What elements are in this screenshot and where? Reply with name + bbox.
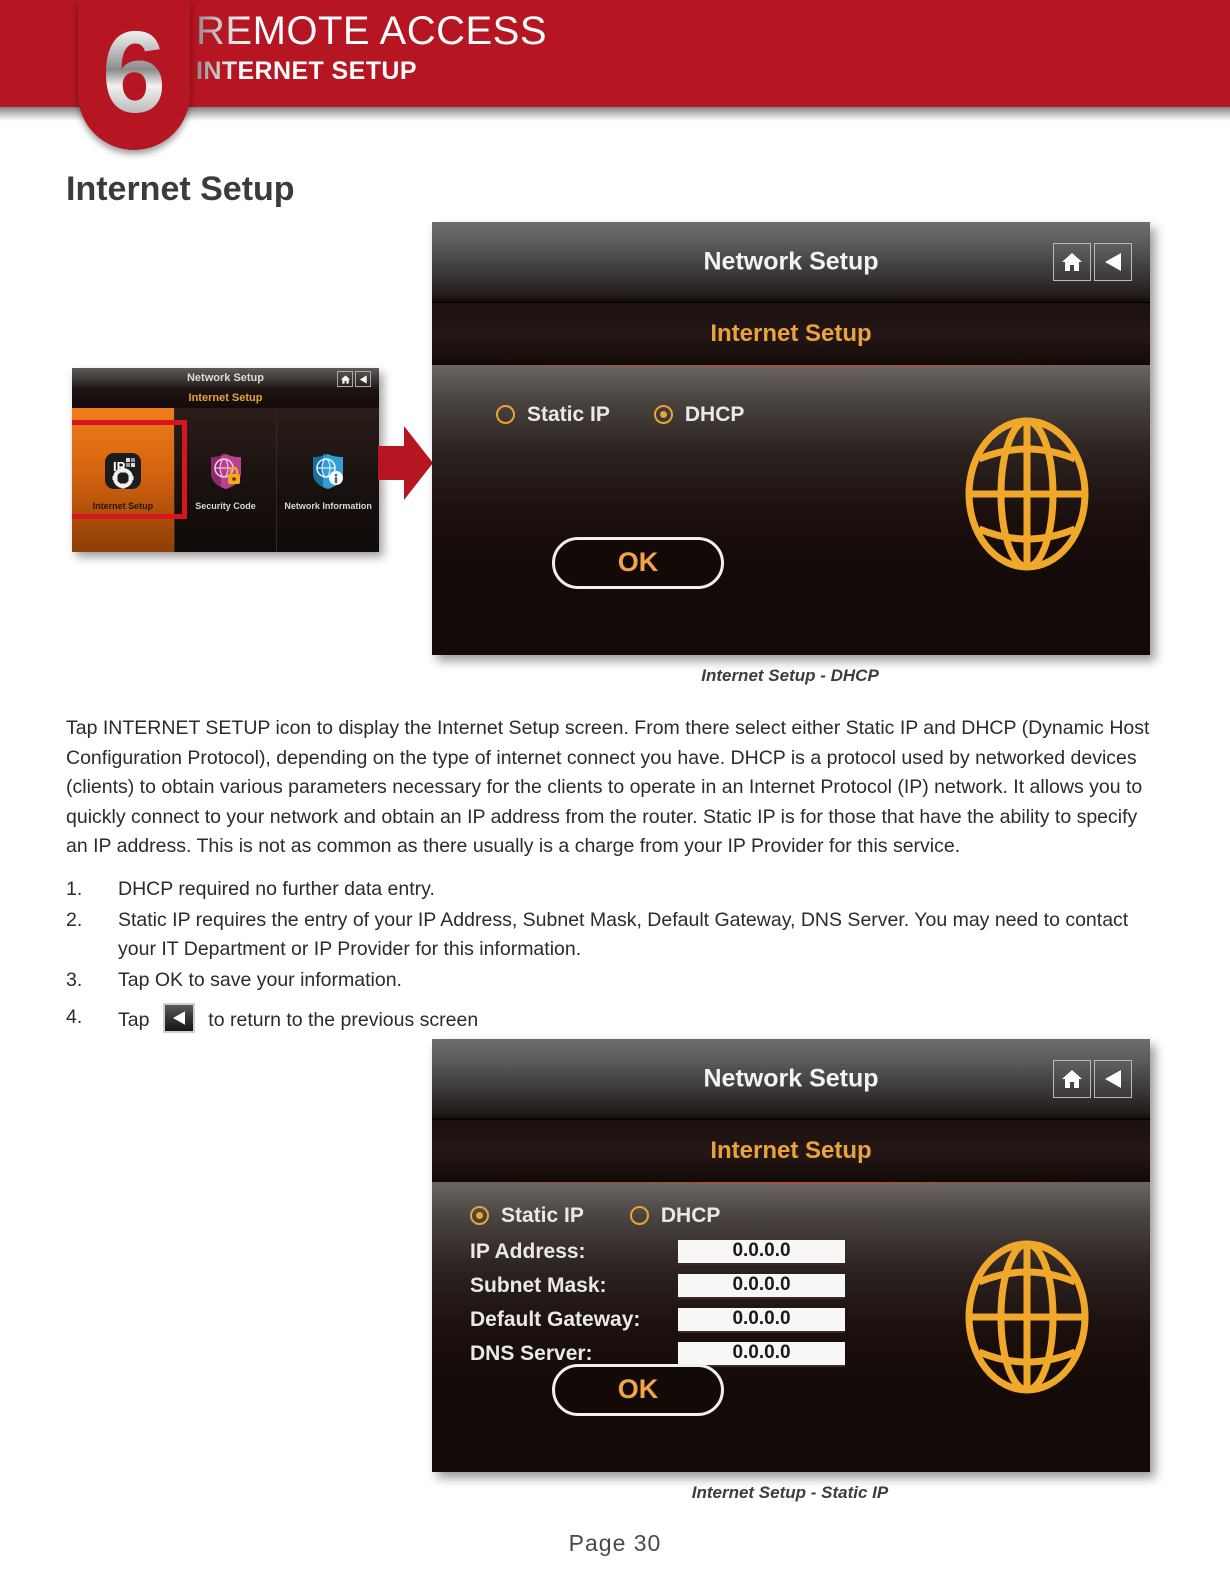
screen-header-icons [1053, 243, 1133, 282]
radio-label: Static IP [501, 1203, 584, 1227]
list-item: 3. Tap OK to save your information. [66, 966, 1164, 996]
list-item-number: 4. [66, 1006, 83, 1028]
default-gateway-input[interactable]: 0.0.0.0 [678, 1307, 845, 1333]
shield-globe-info-icon [306, 449, 350, 493]
ok-button[interactable]: OK [552, 536, 724, 589]
tile-label: Internet Setup [92, 501, 154, 511]
globe-icon [962, 1240, 1092, 1395]
list-item-text: DHCP required no further data entry. [118, 878, 435, 900]
home-icon[interactable] [1053, 1060, 1092, 1099]
connection-type-radio-group: Static IP DHCP [470, 1204, 720, 1228]
screen-subbar-title: Internet Setup [710, 1136, 872, 1164]
radio-indicator [496, 405, 515, 425]
home-icon[interactable] [337, 371, 353, 387]
thumbnail-tile-grid: IP Internet Setup Security Code Network … [72, 408, 379, 552]
ip-address-input[interactable]: 0.0.0.0 [678, 1239, 845, 1265]
list-item: 4. Tap to return to the previous screen [66, 1003, 1164, 1036]
right-arrow-icon [378, 424, 434, 502]
radio-indicator [629, 1206, 649, 1226]
screen-subbar: Internet Setup [432, 302, 1150, 365]
ip-gear-icon: IP [101, 449, 145, 493]
radio-indicator [653, 405, 673, 425]
tile-internet-setup[interactable]: IP Internet Setup [72, 408, 175, 552]
back-chevron-icon[interactable] [1094, 243, 1133, 282]
body-paragraph: Tap INTERNET SETUP icon to display the I… [66, 717, 1150, 857]
radio-label: Static IP [527, 402, 610, 426]
list-item-number: 1. [66, 878, 83, 900]
list-item-number: 2. [66, 908, 83, 931]
tile-security-code[interactable]: Security Code [175, 408, 278, 552]
back-chevron-icon[interactable] [355, 371, 371, 387]
tile-label: Security Code [195, 501, 256, 511]
tile-label: Network Information [284, 501, 372, 511]
field-row-ip-address: IP Address: 0.0.0.0 [470, 1239, 845, 1265]
radio-dhcp[interactable]: DHCP [653, 402, 745, 427]
screen-body: Static IP DHCP IP Address: 0.0.0.0 Subne… [432, 1181, 1150, 1472]
connection-type-radio-group: Static IP DHCP [496, 403, 744, 427]
screen-topbar-title: Network Setup [703, 247, 879, 276]
home-icon[interactable] [1053, 243, 1092, 282]
back-chevron-icon [162, 1003, 195, 1033]
radio-static-ip[interactable]: Static IP [470, 1204, 584, 1228]
figure-caption-dhcp: Internet Setup - DHCP [701, 666, 879, 685]
list-item-text-after: to return to the previous screen [208, 1009, 479, 1031]
field-row-default-gateway: Default Gateway: 0.0.0.0 [470, 1307, 845, 1333]
list-item-text: Static IP requires the entry of your IP … [118, 908, 1129, 961]
field-label: DNS Server: [470, 1342, 593, 1366]
manual-page: 6 REMOTE ACCESS INTERNET SETUP Internet … [0, 0, 1230, 1577]
subnet-mask-input[interactable]: 0.0.0.0 [678, 1273, 845, 1299]
page-number: Page 30 [568, 1530, 662, 1556]
radio-dhcp[interactable]: DHCP [629, 1203, 721, 1228]
screen-header-icons [1053, 1060, 1133, 1099]
thumbnail-header-icons [337, 371, 371, 387]
tile-network-information[interactable]: Network Information [277, 408, 379, 552]
list-item: 2. Static IP requires the entry of your … [66, 906, 1164, 965]
thumbnail-topbar-title: Network Setup [186, 372, 264, 384]
list-item-text-before: Tap [118, 1009, 150, 1031]
field-label: IP Address: [470, 1240, 586, 1264]
thumbnail-topbar: Network Setup [72, 368, 379, 390]
page-title: Internet Setup [66, 170, 295, 208]
list-item-text: Tap OK to save your information. [118, 968, 402, 991]
list-item-number: 3. [66, 968, 83, 991]
screen-subbar-title: Internet Setup [710, 319, 872, 347]
internet-setup-static-ip-screen: Network Setup Internet Setup Static IP D… [432, 1039, 1150, 1472]
field-label: Subnet Mask: [470, 1274, 607, 1298]
thumbnail-subbar: Internet Setup [72, 390, 379, 408]
chapter-subtitle: INTERNET SETUP [196, 57, 417, 85]
radio-static-ip[interactable]: Static IP [496, 403, 610, 427]
internet-setup-dhcp-screen: Network Setup Internet Setup Static IP D… [432, 222, 1150, 655]
ok-button[interactable]: OK [552, 1363, 724, 1416]
field-row-subnet-mask: Subnet Mask: 0.0.0.0 [470, 1273, 845, 1299]
radio-label: DHCP [660, 1203, 721, 1227]
thumbnail-subbar-title: Internet Setup [188, 392, 263, 404]
radio-label: DHCP [684, 402, 745, 426]
network-setup-menu-thumbnail: Network Setup Internet Setup IP Internet… [72, 368, 379, 552]
globe-icon [962, 417, 1092, 572]
chapter-number: 6 [78, 14, 190, 130]
numbered-instruction-list: 1. DHCP required no further data entry. … [66, 875, 1164, 1037]
screen-topbar-title: Network Setup [703, 1064, 879, 1093]
screen-topbar: Network Setup [432, 1039, 1150, 1120]
list-item: 1. DHCP required no further data entry. [66, 875, 1164, 905]
back-chevron-icon[interactable] [1094, 1060, 1133, 1099]
screen-body: Static IP DHCP OK [432, 364, 1150, 655]
shield-lock-icon [204, 449, 248, 493]
radio-indicator [470, 1206, 489, 1226]
field-label: Default Gateway: [470, 1308, 641, 1332]
figure-caption-static-ip: Internet Setup - Static IP [691, 1483, 889, 1502]
dns-server-input[interactable]: 0.0.0.0 [678, 1341, 845, 1367]
chapter-title: REMOTE ACCESS [196, 9, 548, 53]
screen-subbar: Internet Setup [432, 1119, 1150, 1182]
screen-topbar: Network Setup [432, 222, 1150, 303]
